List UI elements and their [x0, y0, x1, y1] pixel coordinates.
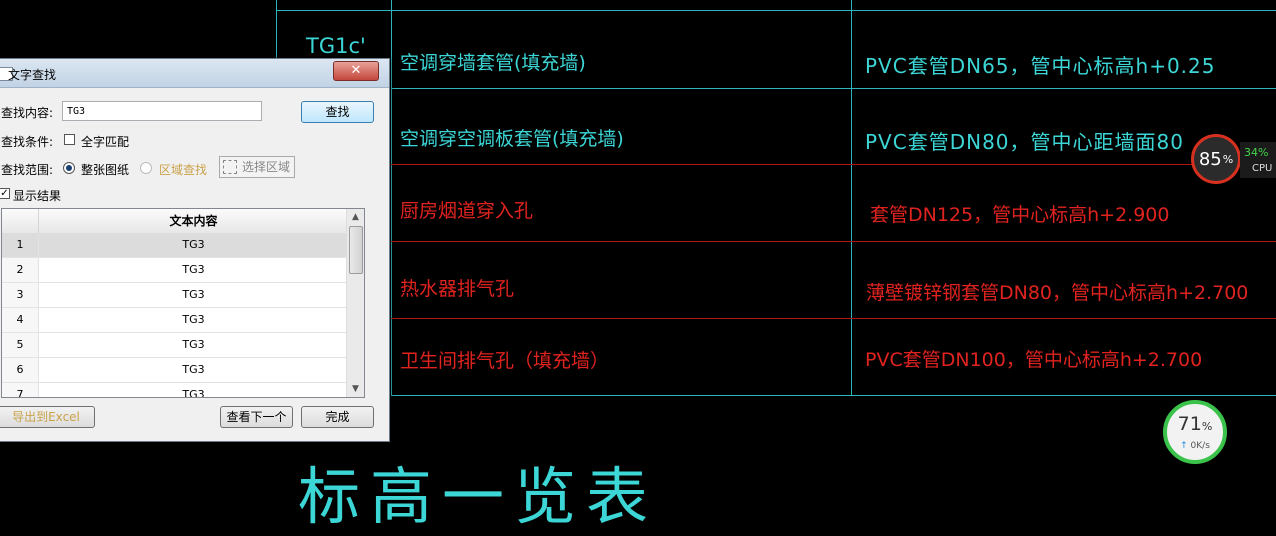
row-index: 4	[2, 308, 39, 332]
network-speed-value: 0K/s	[1190, 441, 1210, 451]
scroll-down-icon[interactable]: ▼	[347, 381, 364, 397]
find-text-dialog: 文字查找 ✕ 查找内容: 查找 查找条件: 全字匹配 查找范围: 整张图纸 区域…	[0, 58, 390, 442]
cad-row-spec: 套管DN125，管中心标高h+2.900	[870, 204, 1170, 226]
find-content-input[interactable]	[62, 101, 262, 121]
export-excel-button[interactable]: 导出到Excel	[0, 406, 95, 428]
results-table[interactable]: 文本内容 1 TG3 2 TG3 3 TG3 4 TG3 5 TG3 6 TG3…	[1, 208, 365, 398]
row-value: TG3	[39, 233, 348, 257]
checkmark-icon: ✓	[0, 188, 9, 199]
cad-row-spec: PVC套管DN100，管中心标高h+2.700	[865, 349, 1203, 371]
scroll-up-icon[interactable]: ▲	[347, 209, 364, 225]
memory-usage-unit: %	[1201, 420, 1213, 433]
table-row[interactable]: 7 TG3	[2, 383, 348, 398]
select-area-icon	[223, 160, 237, 174]
scope-area-radio[interactable]	[140, 162, 152, 174]
table-row[interactable]: 1 TG3	[2, 233, 348, 258]
select-area-label: 选择区域	[242, 160, 291, 174]
table-row[interactable]: 6 TG3	[2, 358, 348, 383]
whole-match-checkbox[interactable]	[64, 134, 75, 145]
whole-match-label: 全字匹配	[81, 135, 130, 149]
table-row[interactable]: 2 TG3	[2, 258, 348, 283]
cad-row-spec: 薄壁镀锌钢套管DN80，管中心标高h+2.700	[866, 282, 1249, 304]
row-value: TG3	[182, 363, 205, 376]
cpu-monitor-widget[interactable]: 85% 34% CPU	[1188, 132, 1276, 192]
cad-line	[851, 0, 852, 396]
memory-usage-value: 71	[1177, 413, 1202, 435]
cad-row-name: 厨房烟道穿入孔	[400, 200, 534, 222]
cpu-side-label: CPU	[1252, 163, 1273, 174]
cad-row-spec: PVC套管DN65，管中心标高h+0.25	[865, 54, 1216, 78]
cpu-usage-value: 85	[1198, 148, 1222, 170]
row-index: 7	[2, 383, 39, 397]
scope-area-label: 区域查找	[159, 163, 208, 177]
table-scrollbar[interactable]: ▲ ▼	[346, 209, 364, 397]
done-button[interactable]: 完成	[301, 406, 374, 428]
cad-heading: 标高一览表	[298, 460, 659, 533]
row-value: TG3	[182, 388, 205, 398]
table-row[interactable]: 4 TG3	[2, 308, 348, 333]
condition-label: 查找条件:	[1, 135, 54, 149]
cad-line	[391, 88, 1276, 89]
memory-monitor-widget[interactable]: 71% ↑ 0K/s	[1163, 400, 1227, 464]
row-value: TG3	[182, 288, 205, 301]
memory-usage: 71%	[1167, 413, 1223, 435]
cpu-side-percent: 34%	[1244, 146, 1269, 159]
cpu-usage-unit: %	[1222, 152, 1234, 166]
network-speed: ↑ 0K/s	[1167, 441, 1223, 451]
scrollbar-thumb[interactable]	[349, 226, 363, 274]
cad-line	[391, 0, 392, 396]
scope-label: 查找范围:	[1, 163, 54, 177]
cad-row-name: 空调穿墙套管(填充墙)	[400, 52, 586, 74]
row-value: TG3	[182, 338, 205, 351]
row-index: 2	[2, 258, 39, 282]
table-row[interactable]: 3 TG3	[2, 283, 348, 308]
index-column-header	[2, 209, 39, 233]
table-header: 文本内容	[2, 209, 348, 234]
row-index: 5	[2, 333, 39, 357]
cad-row-name: 热水器排气孔	[400, 278, 515, 300]
dialog-title: 文字查找	[8, 68, 57, 82]
cad-row-spec: PVC套管DN80，管中心距墙面80	[865, 130, 1184, 154]
cad-line	[391, 164, 1276, 165]
close-icon: ✕	[350, 63, 362, 78]
next-result-button[interactable]: 查看下一个	[220, 406, 293, 428]
show-results-checkbox[interactable]: ✓	[0, 188, 10, 199]
row-value: TG3	[182, 263, 205, 276]
cad-line	[276, 0, 277, 60]
row-value: TG3	[182, 313, 205, 326]
text-content-column-header: 文本内容	[169, 214, 218, 228]
cpu-side-panel: 34% CPU	[1240, 142, 1276, 178]
row-index: 6	[2, 358, 39, 382]
find-content-label: 查找内容:	[1, 106, 54, 120]
find-button[interactable]: 查找	[301, 101, 374, 123]
cad-line	[391, 318, 1276, 319]
close-button[interactable]: ✕	[333, 61, 379, 81]
select-area-button[interactable]: 选择区域	[219, 156, 295, 178]
cad-row-name: 空调穿空调板套管(填充墙)	[400, 128, 624, 150]
show-results-label: 显示结果	[13, 189, 62, 203]
row-index: 1	[2, 233, 39, 257]
dialog-titlebar[interactable]: 文字查找 ✕	[0, 59, 389, 88]
table-row[interactable]: 5 TG3	[2, 333, 348, 358]
cad-row-name: 卫生间排气孔（填充墙）	[400, 350, 610, 372]
cad-label-tg: TG1c'	[306, 34, 366, 58]
row-index: 3	[2, 283, 39, 307]
scope-whole-label: 整张图纸	[81, 163, 130, 177]
upload-arrow-icon: ↑	[1180, 441, 1188, 451]
cpu-usage-ring: 85%	[1191, 134, 1241, 184]
cad-line	[391, 241, 1276, 242]
scope-whole-radio[interactable]	[63, 162, 75, 174]
cad-line	[391, 395, 1276, 396]
cad-line	[276, 10, 1276, 11]
